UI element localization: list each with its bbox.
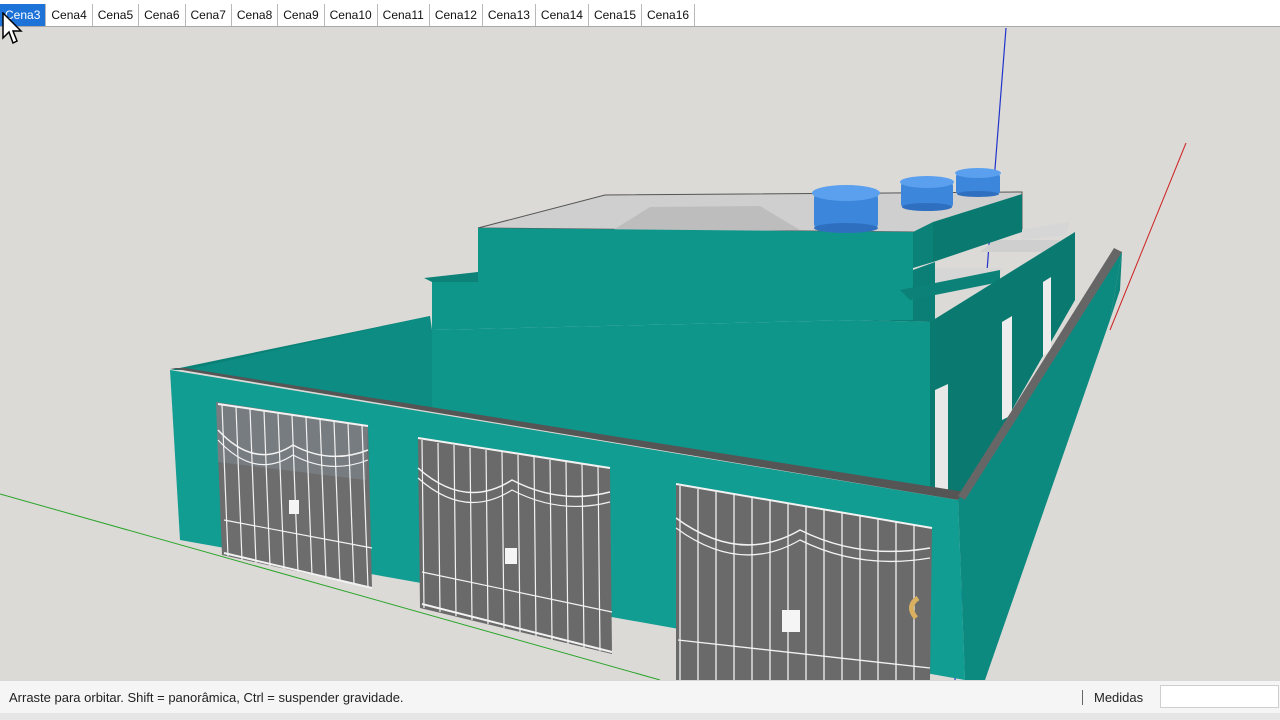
status-hint-text: Arraste para orbitar. Shift = panorâmica… [9, 690, 404, 705]
status-bar: Arraste para orbitar. Shift = panorâmica… [0, 680, 1280, 714]
water-tank-1 [812, 185, 880, 233]
scene-tab[interactable]: Cena13 [483, 4, 536, 26]
scene-tab[interactable]: Cena4 [46, 4, 93, 26]
measurements-input[interactable] [1160, 685, 1279, 708]
gate-lock-2 [505, 548, 517, 564]
scene-tab[interactable]: Cena12 [430, 4, 483, 26]
side-window-1 [935, 384, 948, 490]
scene-tab[interactable]: Cena15 [589, 4, 643, 26]
bottom-strip [0, 713, 1280, 720]
scene-tab[interactable]: Cena9 [278, 4, 325, 26]
water-tank-2 [900, 176, 954, 211]
scene-tab[interactable]: Cena10 [325, 4, 378, 26]
scene-tab[interactable]: Cena14 [536, 4, 589, 26]
scene-tab[interactable]: Cena7 [186, 4, 232, 26]
scene-tab-bar: Cena3 Cena4 Cena5 Cena6 Cena7 Cena8 Cena9 Cena1… [0, 0, 1280, 27]
roof-strip-2 [1018, 222, 1070, 240]
scene-tab[interactable]: Cena16 [642, 4, 696, 26]
model-canvas[interactable] [0, 27, 1280, 681]
scene-tab[interactable]: Cena11 [378, 4, 430, 26]
status-separator [1082, 690, 1083, 705]
water-tank-3 [955, 168, 1001, 197]
gate-lock-3 [782, 610, 800, 632]
scene-tab[interactable]: Cena6 [139, 4, 186, 26]
gate-lock-1 [289, 500, 299, 514]
upper-volume-front [432, 228, 913, 330]
measurements-label: Medidas [1094, 690, 1144, 705]
side-window-3 [1043, 277, 1051, 356]
scene-tab[interactable]: Cena8 [232, 4, 279, 26]
red-axis [1109, 142, 1187, 331]
scene-tab[interactable]: Cena5 [93, 4, 140, 26]
arrow-cursor-icon [2, 12, 23, 45]
side-window-2 [1002, 316, 1012, 420]
3d-viewport[interactable] [0, 27, 1280, 681]
